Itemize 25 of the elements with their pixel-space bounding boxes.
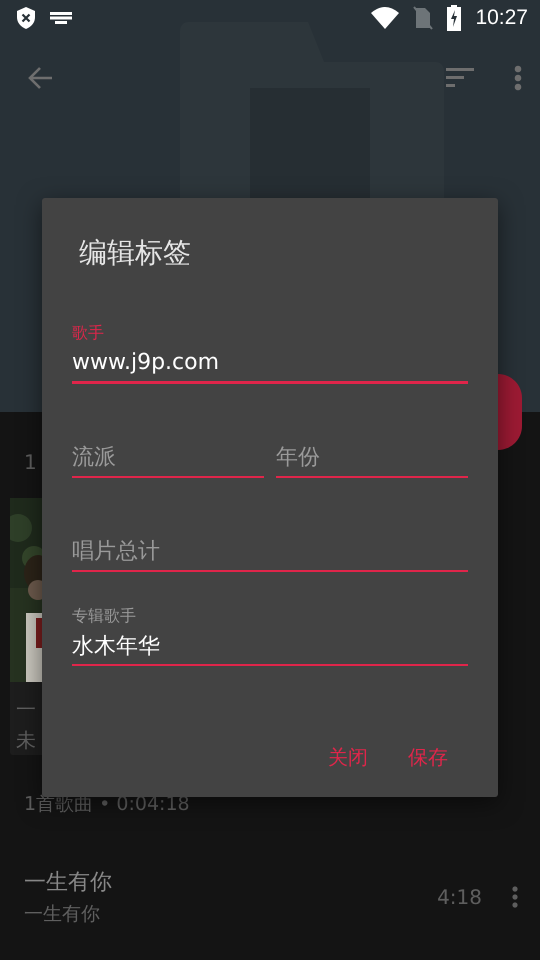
floating-action-button[interactable] — [498, 374, 522, 450]
shield-icon — [16, 6, 36, 30]
no-sim-icon — [413, 6, 434, 30]
text-field[interactable]: 水木年华 — [72, 633, 468, 666]
text-field[interactable]: 年份 — [276, 445, 468, 478]
back-arrow-icon[interactable] — [28, 66, 54, 90]
album-subtitle: 未 — [16, 727, 36, 754]
field-label: 专辑歌手 — [72, 606, 137, 627]
song-duration: 4:18 — [437, 885, 482, 909]
field-label: 歌手 — [72, 323, 105, 344]
album-title: 一 — [16, 696, 36, 723]
song-artist: 一生有你 — [24, 902, 101, 927]
keyboard-icon — [50, 12, 72, 24]
clock-time: 10:27 — [475, 6, 528, 30]
more-icon[interactable] — [512, 886, 518, 908]
song-title[interactable]: 一生有你 — [24, 867, 438, 897]
battery-charging-icon — [447, 5, 462, 31]
text-field[interactable]: 唱片总计 — [72, 539, 468, 572]
song-count: 1 — [24, 450, 37, 474]
wifi-icon — [371, 7, 400, 29]
dialog-title: 编辑标签 — [79, 235, 192, 271]
text-field[interactable]: www.j9p.com — [72, 350, 468, 384]
sort-icon[interactable] — [446, 68, 474, 88]
text-field[interactable]: 流派 — [72, 445, 264, 478]
more-icon[interactable] — [514, 65, 522, 91]
